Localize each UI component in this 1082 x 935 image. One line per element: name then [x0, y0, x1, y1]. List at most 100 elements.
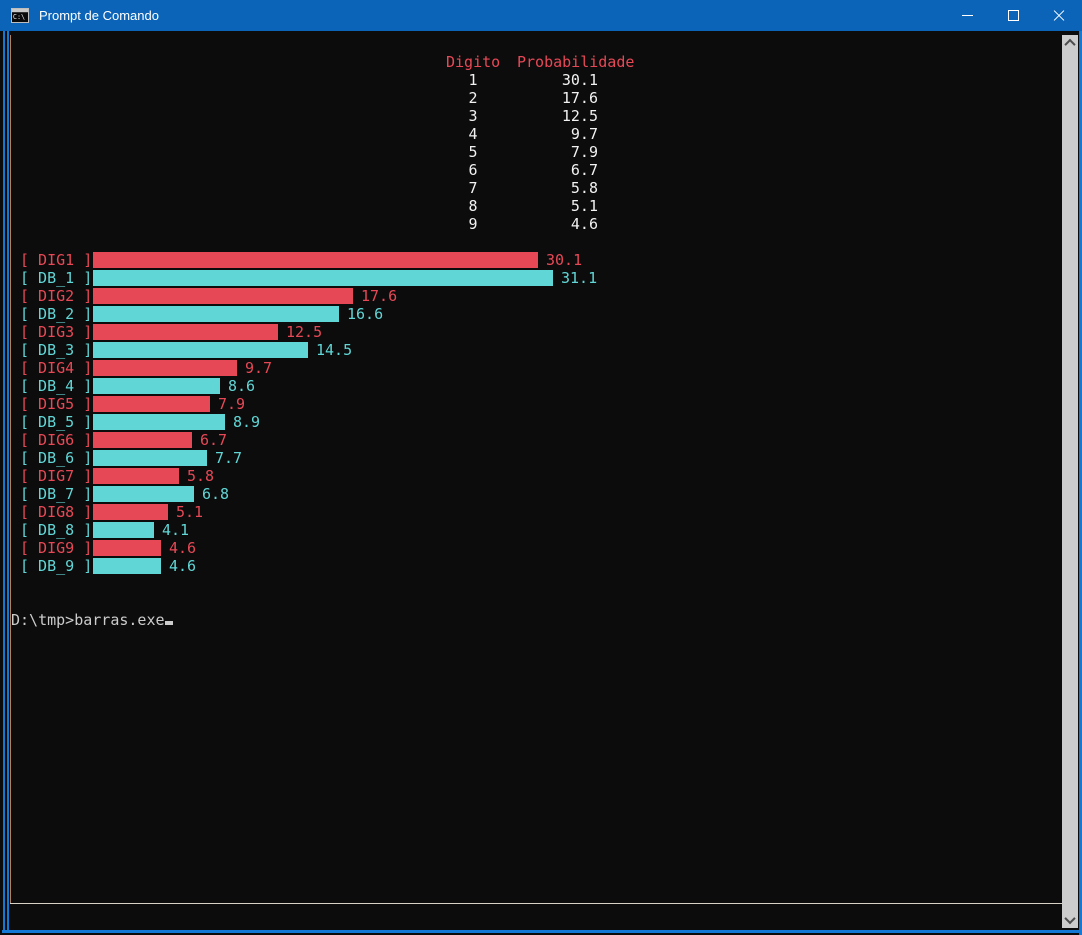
scroll-up-button[interactable] — [1062, 35, 1078, 51]
bar-row: [ DIG3 ] 12.5 — [11, 323, 597, 341]
bar-value: 6.8 — [202, 485, 230, 503]
command-prompt-line: D:\tmp>barras.exe — [11, 611, 173, 629]
bar-label: [ DB_5 ] — [20, 413, 93, 431]
bar-label: [ DB_4 ] — [20, 377, 93, 395]
chevron-down-icon — [1064, 912, 1076, 925]
table-header-row: Digito Probabilidade — [0, 53, 1082, 71]
cmd-icon-glyph: C:\ — [12, 13, 26, 21]
table-row: 8 5.1 — [0, 197, 1082, 215]
digit-table-rows: 1 30.1 2 17.6 3 12.5 4 9.7 5 7.9 6 6.7 7 5.8 8 5.1 9 4.6 — [0, 71, 1082, 233]
bar-value: 31.1 — [561, 269, 598, 287]
probability-cell: 12.5 — [561, 107, 598, 125]
digit-cell: 8 — [468, 197, 478, 215]
text-cursor — [164, 621, 173, 625]
digit-cell: 3 — [468, 107, 478, 125]
bar-value: 12.5 — [286, 323, 323, 341]
window-title: Prompt de Comando — [39, 8, 159, 23]
bar-row: [ DB_7 ] 6.8 — [11, 485, 597, 503]
bar-label: [ DIG5 ] — [20, 395, 93, 413]
digit-probability-table: Digito Probabilidade 1 30.1 2 17.6 3 12.5 4 9.7… — [0, 53, 1082, 233]
bar-chart: [ DIG1 ] 30.1[ DB_1 ] 31.1[ DIG2 ] 17.6[ DB… — [11, 251, 597, 575]
bar-value: 5.1 — [176, 503, 204, 521]
digit-cell: 7 — [468, 179, 478, 197]
bar — [93, 414, 225, 430]
bar — [93, 540, 161, 556]
bar-row: [ DB_5 ] 8.9 — [11, 413, 597, 431]
bar-label: [ DB_7 ] — [20, 485, 93, 503]
table-row: 7 5.8 — [0, 179, 1082, 197]
probability-cell: 17.6 — [561, 89, 598, 107]
bar-row: [ DIG8 ] 5.1 — [11, 503, 597, 521]
bar-value: 17.6 — [361, 287, 398, 305]
console-output-area[interactable]: Digito Probabilidade 1 30.1 2 17.6 3 12.5 4 9.7… — [0, 31, 1082, 935]
table-row: 5 7.9 — [0, 143, 1082, 161]
bar — [93, 342, 308, 358]
titlebar[interactable]: C:\ Prompt de Comando — [0, 0, 1082, 31]
bar-value: 9.7 — [245, 359, 273, 377]
window-border-bottom — [2, 930, 1082, 933]
bar — [93, 558, 161, 574]
bar — [93, 468, 179, 484]
bar-row: [ DB_1 ] 31.1 — [11, 269, 597, 287]
bar-row: [ DIG6 ] 6.7 — [11, 431, 597, 449]
window-controls — [944, 0, 1082, 31]
bar-value: 4.6 — [169, 557, 197, 575]
scroll-down-button[interactable] — [1062, 912, 1078, 928]
window-border-left-outer — [3, 31, 5, 932]
bar-label: [ DIG4 ] — [20, 359, 93, 377]
maximize-button[interactable] — [990, 0, 1036, 31]
probability-cell: 6.7 — [570, 161, 598, 179]
header-probabilidade: Probabilidade — [517, 53, 635, 71]
digit-cell: 1 — [468, 71, 478, 89]
bar — [93, 270, 553, 286]
bar-row: [ DIG2 ] 17.6 — [11, 287, 597, 305]
digit-cell: 6 — [468, 161, 478, 179]
cmd-app-icon: C:\ — [11, 8, 29, 23]
probability-cell: 5.8 — [570, 179, 598, 197]
bar — [93, 432, 192, 448]
bar — [93, 450, 207, 466]
minimize-button[interactable] — [944, 0, 990, 31]
bar-label: [ DB_2 ] — [20, 305, 93, 323]
bar-row: [ DIG7 ] 5.8 — [11, 467, 597, 485]
bar — [93, 324, 278, 340]
bar-label: [ DIG9 ] — [20, 539, 93, 557]
bar-row: [ DB_2 ] 16.6 — [11, 305, 597, 323]
chevron-up-icon — [1064, 38, 1076, 51]
bar-row: [ DB_6 ] 7.7 — [11, 449, 597, 467]
bar-label: [ DIG7 ] — [20, 467, 93, 485]
bar — [93, 306, 339, 322]
probability-cell: 5.1 — [570, 197, 598, 215]
bar-row: [ DIG9 ] 4.6 — [11, 539, 597, 557]
digit-cell: 5 — [468, 143, 478, 161]
bar-row: [ DB_9 ] 4.6 — [11, 557, 597, 575]
bar — [93, 288, 353, 304]
bar — [93, 522, 154, 538]
bar — [93, 486, 194, 502]
table-row: 3 12.5 — [0, 107, 1082, 125]
bar-value: 4.1 — [162, 521, 190, 539]
close-icon — [1052, 9, 1066, 23]
bar-value: 16.6 — [347, 305, 384, 323]
table-row: 4 9.7 — [0, 125, 1082, 143]
bar-label: [ DIG2 ] — [20, 287, 93, 305]
table-row: 9 4.6 — [0, 215, 1082, 233]
bar-row: [ DIG5 ] 7.9 — [11, 395, 597, 413]
bar-value: 7.7 — [215, 449, 243, 467]
close-button[interactable] — [1036, 0, 1082, 31]
probability-cell: 9.7 — [570, 125, 598, 143]
bar-label: [ DB_9 ] — [20, 557, 93, 575]
bar-value: 6.7 — [200, 431, 228, 449]
bar-value: 4.6 — [169, 539, 197, 557]
bar-label: [ DIG1 ] — [20, 251, 93, 269]
bar-label: [ DIG3 ] — [20, 323, 93, 341]
probability-cell: 4.6 — [570, 215, 598, 233]
digit-cell: 2 — [468, 89, 478, 107]
vertical-scrollbar[interactable] — [1062, 35, 1078, 928]
bar — [93, 252, 538, 268]
maximize-icon — [1007, 10, 1019, 21]
bar-row: [ DIG4 ] 9.7 — [11, 359, 597, 377]
prompt-text: D:\tmp>barras.exe — [11, 611, 165, 629]
bar-label: [ DB_3 ] — [20, 341, 93, 359]
probability-cell: 30.1 — [561, 71, 598, 89]
